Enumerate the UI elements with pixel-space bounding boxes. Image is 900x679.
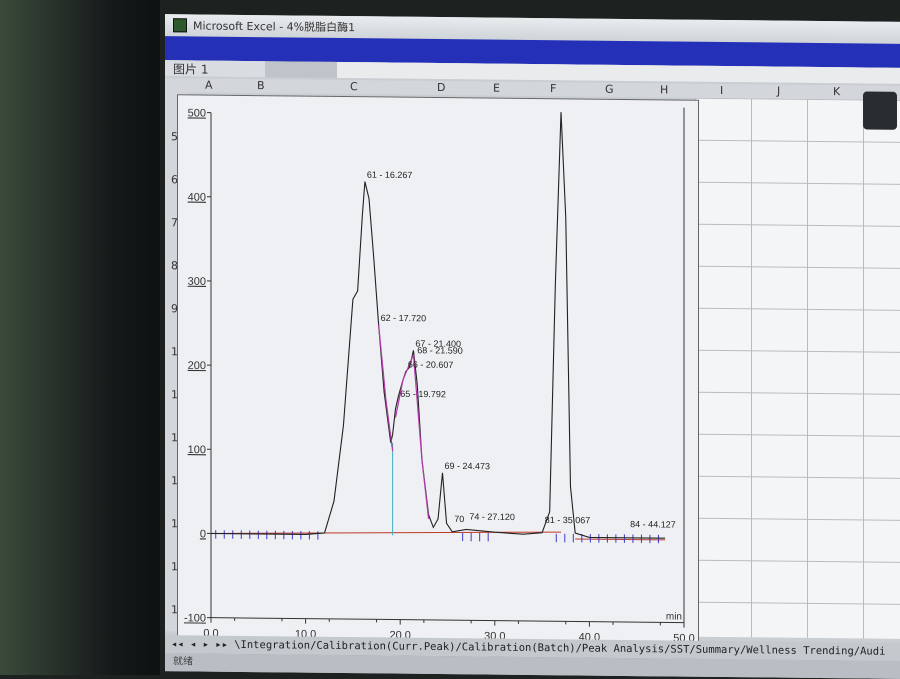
x-axis-label: min: [666, 611, 682, 622]
sheet-tab[interactable]: /Wellness Trending: [740, 644, 854, 657]
column-header-F[interactable]: F: [550, 82, 556, 95]
excel-icon: [173, 18, 187, 32]
column-header-H[interactable]: H: [660, 83, 668, 96]
excel-window: Microsoft Excel - 4%脱脂白酶1 图片 1 A B C D E F G H I…: [165, 14, 900, 679]
peak-label: 74 - 27.120: [469, 512, 515, 522]
peak-fit-curve: [395, 354, 428, 518]
sheet-tab[interactable]: /Calibration(Curr.Peak): [310, 640, 455, 654]
peak-label: 84 - 44.127: [630, 519, 676, 529]
peak-label: 66 - 20.607: [408, 359, 454, 369]
column-header-I[interactable]: I: [720, 84, 723, 97]
y-tick-label: 0: [200, 528, 206, 540]
chromatogram-trace: [211, 108, 665, 538]
y-tick-label: -100: [184, 612, 206, 624]
column-header-C[interactable]: C: [350, 80, 358, 93]
y-tick-label: 300: [188, 276, 206, 288]
peak-label: 68 - 21.590: [417, 345, 463, 355]
sheet-tab[interactable]: /Audi: [854, 645, 886, 657]
window-title: Microsoft Excel - 4%脱脂白酶1: [193, 17, 355, 35]
chart-object[interactable]: -10001002003004005000.010.020.030.040.05…: [177, 94, 699, 659]
column-header-K[interactable]: K: [833, 85, 840, 98]
peak-label: 69 - 24.473: [444, 461, 490, 471]
zoom-button[interactable]: [863, 91, 897, 129]
peak-label: 61 - 16.267: [367, 170, 413, 180]
baseline-line: [575, 539, 665, 540]
sheet-tab[interactable]: \Integration: [234, 639, 310, 652]
sheet-tab[interactable]: /Calibration(Batch): [455, 641, 575, 654]
sheet-tab[interactable]: /Peak Analysis: [576, 642, 665, 655]
photo-background: [0, 0, 160, 675]
peak-label: 65 - 19.792: [400, 389, 446, 399]
peak-label: 62 - 17.720: [381, 313, 427, 323]
column-header-D[interactable]: D: [437, 81, 445, 94]
column-header-B[interactable]: B: [257, 79, 265, 92]
peak-fit-curve: [379, 325, 393, 451]
y-tick-label: 200: [188, 360, 206, 372]
column-header-J[interactable]: J: [777, 85, 780, 98]
chromatogram-chart: -10001002003004005000.010.020.030.040.05…: [178, 95, 698, 658]
y-tick-label: 100: [188, 444, 206, 456]
column-header-E[interactable]: E: [493, 82, 500, 95]
column-header-G[interactable]: G: [605, 83, 614, 96]
peak-label: 81 - 35.067: [545, 515, 591, 525]
cell-grid[interactable]: [695, 98, 900, 639]
sheet-tab[interactable]: /Summary: [689, 644, 740, 657]
column-header-A[interactable]: A: [205, 79, 213, 92]
y-tick-label: 400: [188, 192, 206, 204]
sheet-tab[interactable]: /SST: [664, 643, 689, 655]
name-box[interactable]: 图片 1: [165, 60, 265, 77]
y-tick-label: 500: [188, 107, 206, 119]
tab-nav-arrows[interactable]: ◂◂ ◂ ▸ ▸▸: [171, 638, 234, 651]
peak-label: 70: [454, 514, 464, 524]
